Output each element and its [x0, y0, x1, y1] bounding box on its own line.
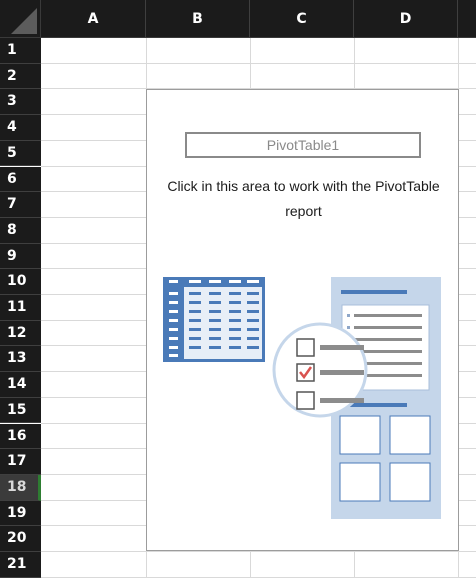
pivot-table-field-list-illustration — [163, 277, 441, 519]
column-header-c[interactable]: C — [250, 0, 354, 38]
row-header-10[interactable]: 10 — [0, 269, 41, 295]
row-header-7[interactable]: 7 — [0, 192, 41, 218]
row-header-5[interactable]: 5 — [0, 140, 41, 167]
row-header-8[interactable]: 8 — [0, 217, 41, 244]
row-header-4[interactable]: 4 — [0, 115, 41, 141]
column-header-a[interactable]: A — [41, 0, 146, 38]
row-header-13[interactable]: 13 — [0, 346, 41, 373]
table-grid-icon — [163, 277, 265, 362]
row-gridline — [41, 62, 476, 64]
row-header-14[interactable]: 14 — [0, 372, 41, 398]
field-checkbox-magnifier-icon — [272, 322, 368, 418]
column-header-e[interactable] — [458, 0, 476, 38]
column-header-b[interactable]: B — [146, 0, 250, 38]
row-header-20[interactable]: 20 — [0, 526, 41, 552]
row-header-18[interactable]: 18 — [0, 474, 41, 501]
select-all-button[interactable] — [0, 0, 41, 38]
column-header-d[interactable]: D — [354, 0, 458, 38]
row-header-17[interactable]: 17 — [0, 449, 41, 475]
row-header-6[interactable]: 6 — [0, 166, 41, 193]
row-header-21[interactable]: 21 — [0, 552, 41, 578]
row-header-15[interactable]: 15 — [0, 397, 41, 424]
row-header-2[interactable]: 2 — [0, 63, 41, 90]
row-header-1[interactable]: 1 — [0, 38, 41, 64]
pivot-table-placeholder[interactable]: PivotTable1 Click in this area to work w… — [146, 89, 459, 551]
row-header-9[interactable]: 9 — [0, 243, 41, 270]
spreadsheet: A B C D 1 2 3 4 5 6 7 8 9 10 11 12 13 14 15 16 17 18 19 20 2… — [0, 0, 476, 578]
row-header-19[interactable]: 19 — [0, 500, 41, 527]
row-header-16[interactable]: 16 — [0, 423, 41, 450]
select-all-triangle-icon — [11, 8, 37, 34]
row-header-12[interactable]: 12 — [0, 320, 41, 347]
row-header-11[interactable]: 11 — [0, 295, 41, 321]
row-header-3[interactable]: 3 — [0, 89, 41, 116]
